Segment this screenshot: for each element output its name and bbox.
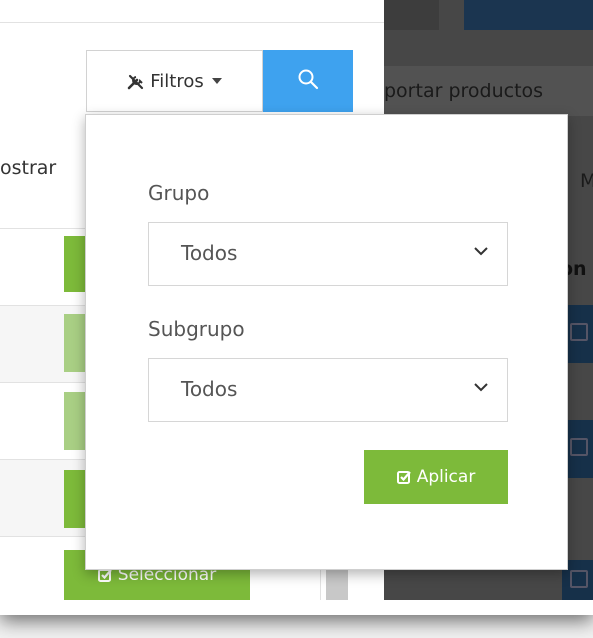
filters-dropdown-button[interactable]: Filtros xyxy=(86,50,263,112)
import-products-label: portar productos xyxy=(384,80,544,102)
tools-icon xyxy=(127,74,144,89)
background-header-fragment: M xyxy=(580,170,593,192)
apply-button-label: Aplicar xyxy=(416,467,476,487)
check-square-icon xyxy=(396,471,411,484)
import-products-tab: portar productos xyxy=(384,66,593,116)
show-entries-label: ostrar xyxy=(0,157,57,179)
caret-down-icon xyxy=(211,78,222,84)
background-top-tab xyxy=(384,0,439,30)
apply-button[interactable]: Aplicar xyxy=(364,450,508,504)
group-select-value: Todos xyxy=(181,241,238,265)
check-square-icon xyxy=(97,569,112,582)
divider xyxy=(0,22,384,23)
subgroup-select-value: Todos xyxy=(181,377,238,401)
chevron-down-icon xyxy=(474,247,488,256)
chevron-down-icon xyxy=(474,383,488,392)
background-top-button xyxy=(464,0,593,30)
group-select[interactable]: Todos xyxy=(148,222,508,286)
search-icon xyxy=(298,69,319,90)
filters-label: Filtros xyxy=(150,70,204,92)
subgroup-label: Subgrupo xyxy=(148,317,245,341)
edit-icon xyxy=(570,438,588,456)
edit-icon xyxy=(570,323,588,341)
filters-popover: Grupo Todos Subgrupo Todos Aplicar xyxy=(85,114,568,570)
subgroup-select[interactable]: Todos xyxy=(148,358,508,422)
edit-icon xyxy=(570,570,588,588)
search-button[interactable] xyxy=(263,50,353,112)
group-label: Grupo xyxy=(148,181,210,205)
